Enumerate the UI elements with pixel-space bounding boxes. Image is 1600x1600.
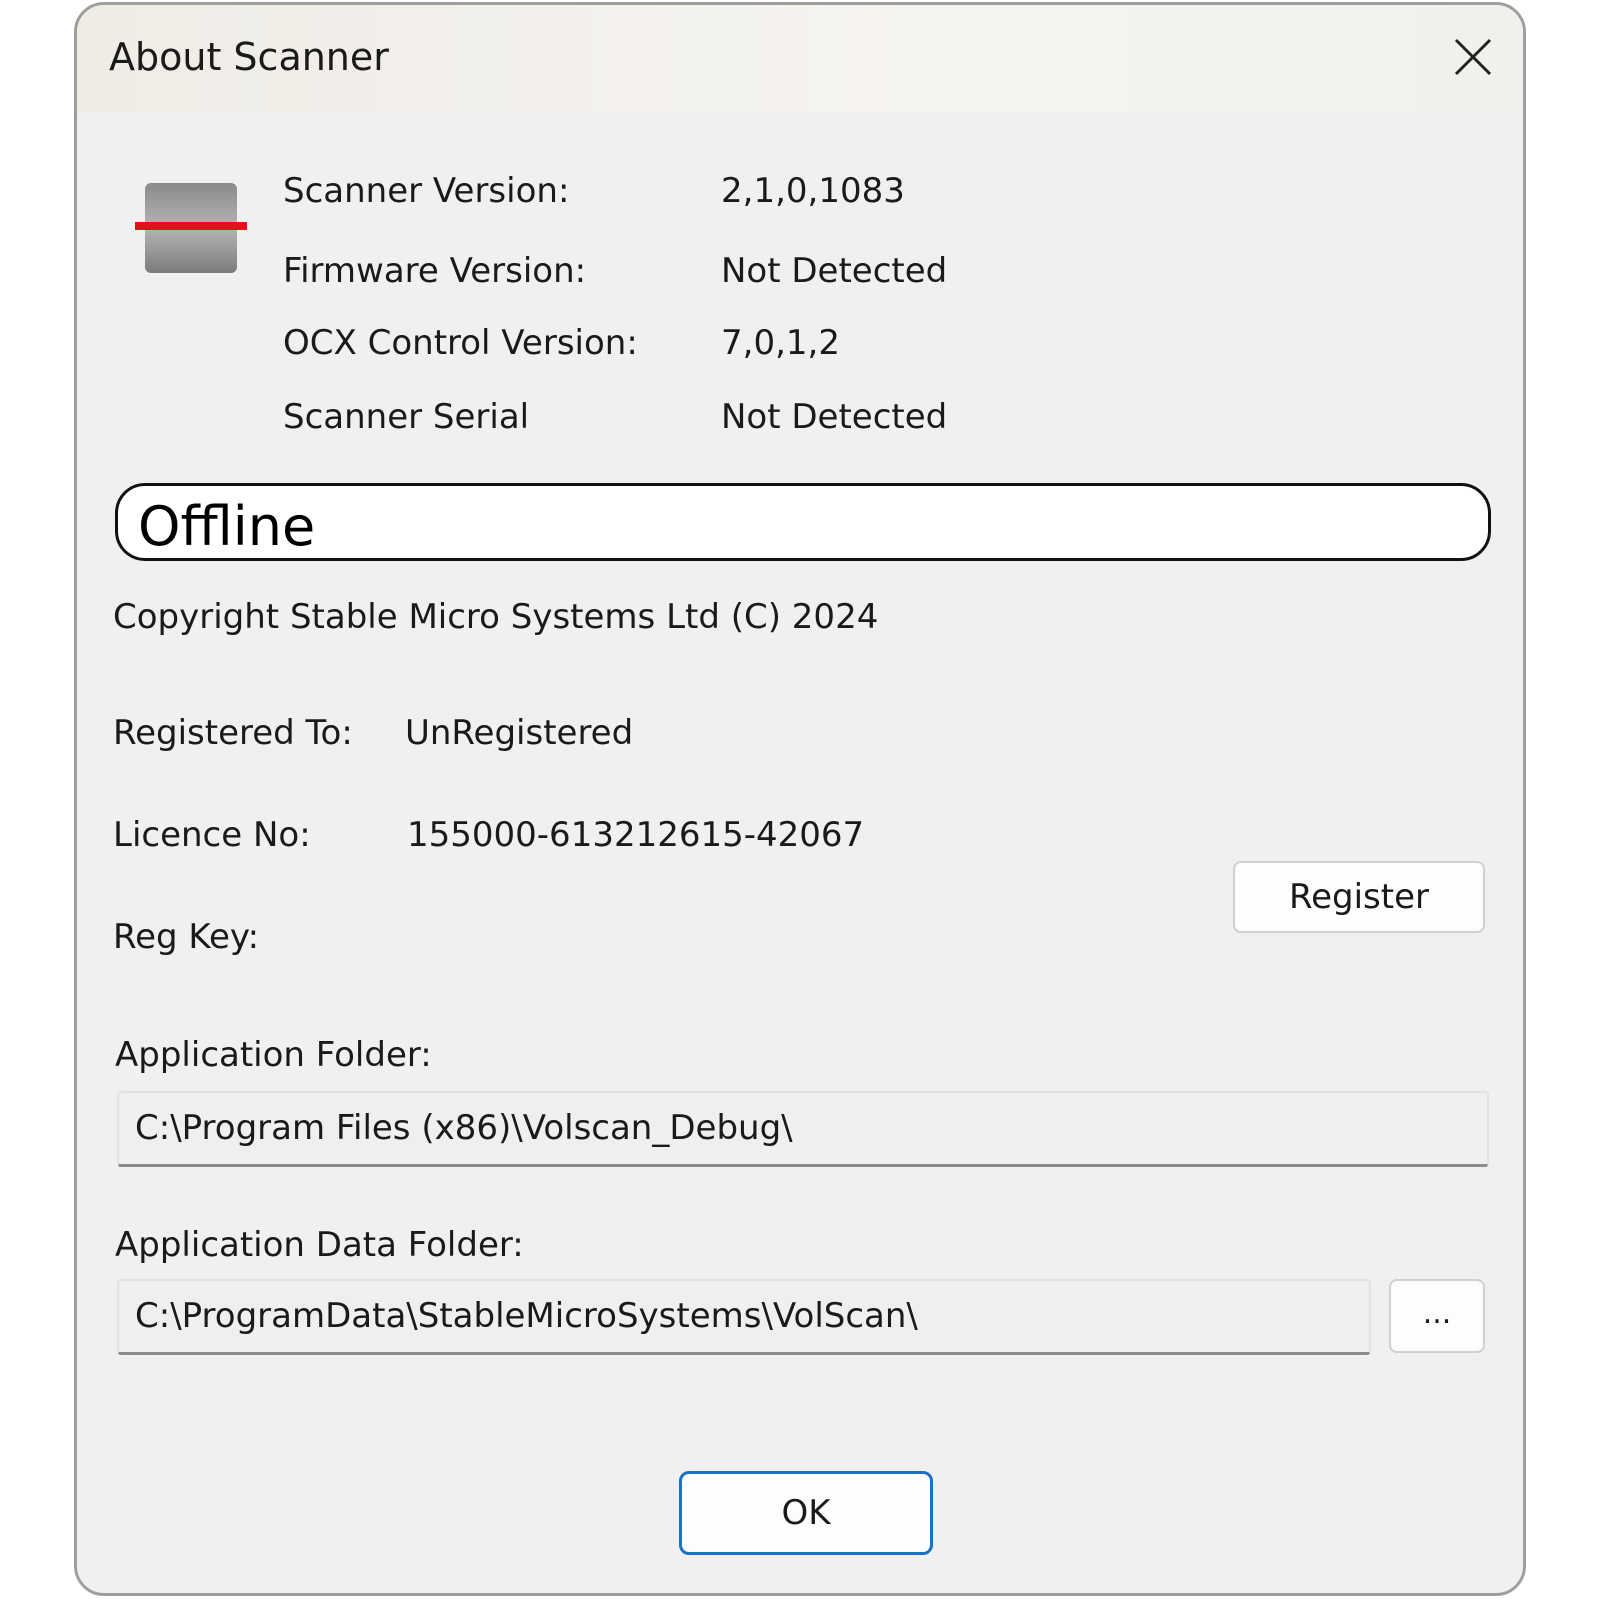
licence-label: Licence No: (113, 815, 311, 855)
title-bar[interactable]: About Scanner (77, 5, 1523, 113)
browse-button[interactable]: ... (1389, 1279, 1485, 1353)
status-text: Offline (138, 495, 316, 558)
ok-button[interactable]: OK (679, 1471, 933, 1555)
register-button[interactable]: Register (1233, 861, 1485, 933)
app-data-folder-label: Application Data Folder: (115, 1225, 524, 1265)
reg-key-label: Reg Key: (113, 917, 260, 957)
ocx-version-label: OCX Control Version: (283, 323, 638, 363)
status-indicator: Offline (115, 483, 1491, 561)
scanner-version-value: 2,1,0,1083 (721, 171, 905, 211)
app-folder-label: Application Folder: (115, 1035, 432, 1075)
firmware-version-value: Not Detected (721, 251, 948, 291)
close-button[interactable] (1431, 15, 1515, 99)
app-data-folder-field[interactable]: C:\ProgramData\StableMicroSystems\VolSca… (117, 1279, 1371, 1355)
app-folder-field[interactable]: C:\Program Files (x86)\Volscan_Debug\ (117, 1091, 1489, 1167)
copyright-text: Copyright Stable Micro Systems Ltd (C) 2… (113, 597, 879, 637)
window-title: About Scanner (109, 35, 389, 79)
firmware-version-label: Firmware Version: (283, 251, 587, 291)
licence-value: 155000-613212615-42067 (407, 815, 865, 855)
scanner-serial-label: Scanner Serial (283, 397, 530, 437)
registered-to-label: Registered To: (113, 713, 353, 753)
about-dialog: About Scanner Scanner Version: 2,1,0,108… (74, 2, 1526, 1596)
close-icon (1454, 38, 1492, 76)
registered-to-value: UnRegistered (405, 713, 634, 753)
scanner-serial-value: Not Detected (721, 397, 948, 437)
scanner-icon (135, 183, 247, 273)
scanner-version-label: Scanner Version: (283, 171, 570, 211)
ocx-version-value: 7,0,1,2 (721, 323, 840, 363)
